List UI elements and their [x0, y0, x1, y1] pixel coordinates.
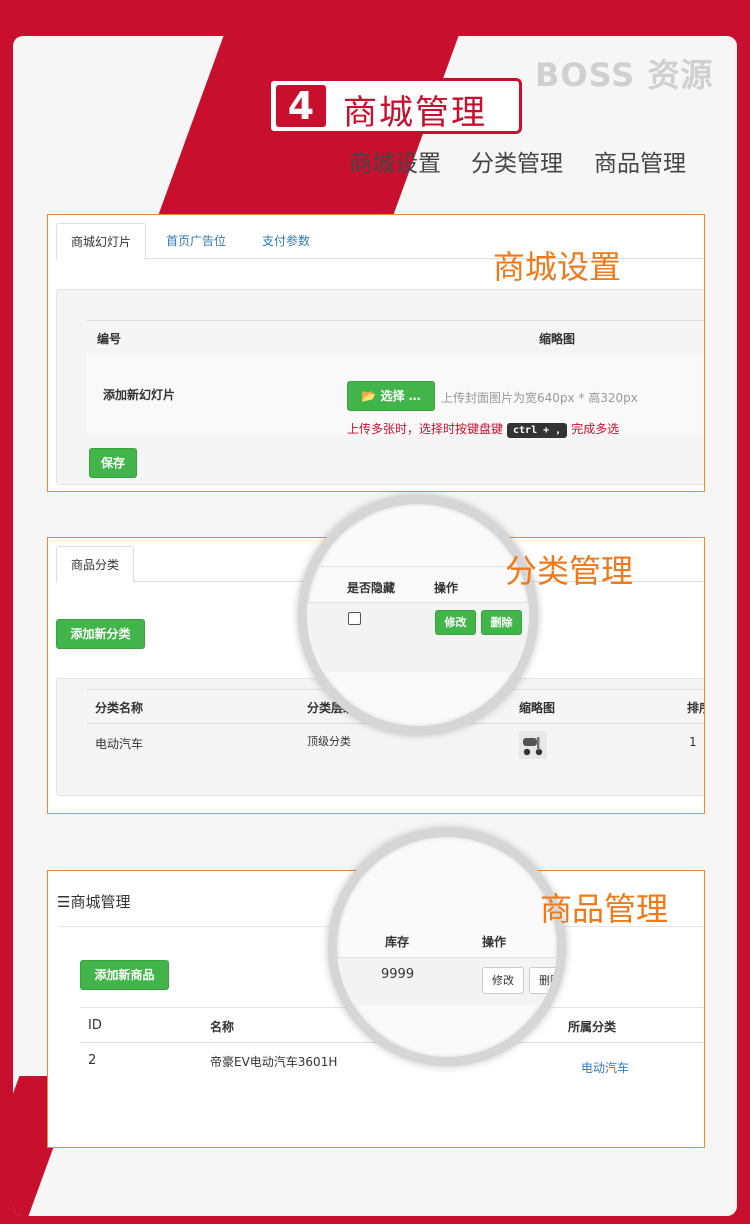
- kbd-shortcut: ctrl + ,: [507, 423, 568, 438]
- category-label: 分类管理: [505, 552, 634, 590]
- category-sort-cell: 1: [689, 735, 697, 749]
- header-thumbnail: 缩略图: [519, 701, 556, 715]
- category-name-cell: 电动汽车: [95, 737, 144, 751]
- header-id: 编号: [97, 332, 122, 346]
- product-magnifier: 库存 操作 9999 修改 删除: [328, 828, 566, 1066]
- hero-title-box: 4 商城管理: [268, 78, 522, 134]
- step-number: 4: [276, 85, 326, 127]
- tab-product-category[interactable]: 商品分类: [56, 546, 135, 583]
- product-name-cell: 帝豪EV电动汽车3601H: [210, 1055, 338, 1069]
- product-category-link[interactable]: 电动汽车: [581, 1059, 629, 1076]
- stock-cell: 9999: [381, 967, 415, 982]
- multi-upload-warning: 上传多张时，选择时按键盘键 ctrl + , 完成多选: [347, 422, 620, 438]
- header-sort: 排序: [687, 701, 704, 715]
- header-product-name: 名称: [210, 1020, 235, 1034]
- hidden-checkbox[interactable]: [348, 612, 361, 625]
- product-id-cell: 2: [88, 1053, 97, 1068]
- hero-title: 商城管理: [343, 93, 487, 133]
- content-card: BOSS 资源 4 商城管理 商城设置 分类管理 商品管理 商城幻灯片 首页广告…: [13, 36, 737, 1216]
- add-slide-label: 添加新幻灯片: [103, 388, 176, 402]
- save-button[interactable]: 保存: [89, 448, 137, 478]
- product-page-title: ☰商城管理: [57, 893, 131, 911]
- upload-hint: 上传封面图片为宽640px * 高320px: [441, 391, 638, 405]
- tab-payment-params[interactable]: 支付参数: [248, 223, 324, 260]
- header-hidden: 是否隐藏: [347, 581, 396, 595]
- folder-icon: 📂: [361, 389, 377, 403]
- header-category-name: 分类名称: [95, 701, 144, 715]
- header-stock: 库存: [385, 935, 410, 949]
- header-product-id: ID: [88, 1018, 102, 1033]
- header-thumbnail: 缩略图: [539, 332, 576, 346]
- header-product-operations: 操作: [482, 935, 507, 949]
- add-product-button[interactable]: 添加新商品: [80, 960, 169, 990]
- list-icon: ☰: [57, 893, 71, 911]
- category-level-cell: 顶级分类: [307, 735, 351, 748]
- slideshow-panel: 编号 缩略图 添加新幻灯片 📂 选择 … 上传封面图片为宽640px * 高32…: [56, 289, 704, 485]
- header-operations: 操作: [434, 581, 459, 595]
- hero-subtitle-1: 商城设置: [349, 151, 441, 177]
- tab-slideshow[interactable]: 商城幻灯片: [56, 223, 147, 260]
- product-label: 商品管理: [540, 890, 669, 928]
- choose-label: 选择 …: [380, 389, 421, 403]
- scooter-thumbnail: [519, 731, 547, 759]
- brand-watermark: BOSS 资源: [535, 56, 714, 94]
- delete-category-button[interactable]: 删除: [481, 610, 522, 635]
- header-product-category: 所属分类: [568, 1020, 617, 1034]
- add-category-button[interactable]: 添加新分类: [56, 619, 145, 649]
- tab-home-ads[interactable]: 首页广告位: [152, 223, 240, 260]
- category-magnifier: 是否隐藏 操作 修改 删除: [298, 495, 538, 735]
- choose-file-button[interactable]: 📂 选择 …: [347, 381, 435, 411]
- scooter-icon: [523, 737, 543, 756]
- shop-settings-label: 商城设置: [493, 248, 622, 286]
- edit-category-button[interactable]: 修改: [435, 610, 476, 635]
- hero-subtitle-2: 分类管理: [471, 151, 563, 177]
- edit-product-button[interactable]: 修改: [482, 967, 524, 994]
- hero-subtitle-3: 商品管理: [594, 151, 686, 177]
